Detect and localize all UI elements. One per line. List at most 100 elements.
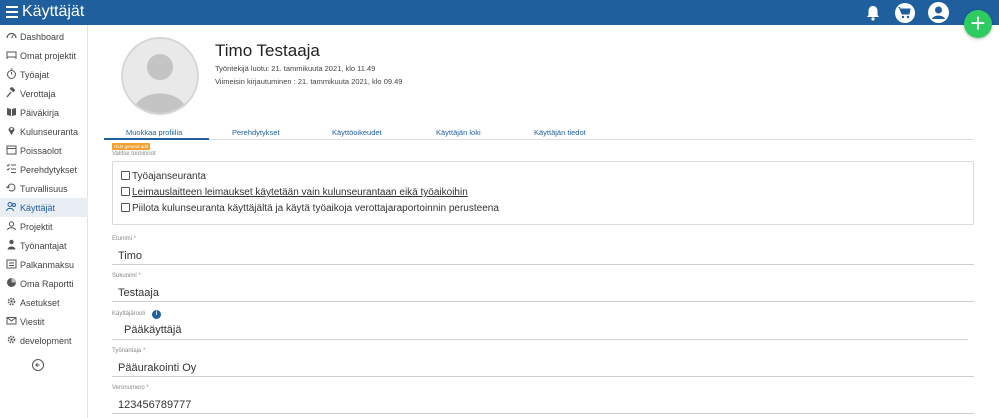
profile-tabs: Muokkaa profiilia Perehdytykset Käyttöoi… bbox=[104, 125, 974, 140]
veronumero-label: Veronumero * bbox=[112, 385, 149, 391]
last-login-info: Viimeisin kirjautuminen : 21. tammikuuta… bbox=[215, 77, 403, 86]
sidebar-item-tyonantajat[interactable]: Työnantajat bbox=[0, 236, 88, 255]
sidebar-item-omat-projektit[interactable]: Omat projektit bbox=[0, 46, 88, 65]
envelope-icon bbox=[6, 317, 17, 325]
checkbox[interactable] bbox=[121, 187, 130, 196]
option-piilota-kulunseuranta[interactable]: Piilota kulunseuranta käyttäjältä ja käy… bbox=[121, 203, 499, 214]
book-icon bbox=[7, 108, 16, 116]
options-label: Valitse toiminnot bbox=[112, 151, 156, 157]
employer-icon bbox=[7, 239, 16, 250]
project-icon bbox=[7, 221, 16, 231]
sidebar-item-label: Oma Raportti bbox=[20, 279, 74, 289]
sidebar-item-label: Asetukset bbox=[20, 298, 60, 308]
sidebar-item-label: Viestit bbox=[20, 317, 45, 327]
calendar-icon bbox=[6, 145, 17, 155]
sidebar-item-projektit[interactable]: Projektit bbox=[0, 217, 88, 236]
veronumero-underline bbox=[112, 413, 974, 414]
sidebar-item-development[interactable]: development bbox=[0, 331, 88, 350]
kayttajarooli-label: Käyttäjärooli bbox=[112, 311, 146, 317]
status-badge: OLD general add bbox=[112, 143, 151, 150]
pie-chart-icon bbox=[7, 278, 16, 287]
sukunimi-label: Sukunimi * bbox=[112, 273, 141, 279]
avatar-placeholder-icon bbox=[133, 54, 187, 113]
top-bar: Käyttäjät bbox=[0, 0, 999, 25]
checkbox[interactable] bbox=[121, 171, 130, 180]
cog-icon bbox=[7, 335, 16, 344]
option-label: Työajanseuranta bbox=[132, 171, 206, 182]
sidebar-item-label: Dashboard bbox=[20, 32, 65, 42]
info-icon[interactable]: i bbox=[152, 310, 161, 319]
sukunimi-field[interactable]: Testaaja bbox=[118, 287, 159, 299]
etunimi-underline bbox=[112, 264, 974, 265]
tab-muokkaa-profiilia[interactable]: Muokkaa profiilia bbox=[126, 128, 182, 137]
option-label: Leimauslaitteen leimaukset käytetään vai… bbox=[132, 187, 468, 198]
sidebar-item-viestit[interactable]: Viestit bbox=[0, 312, 88, 331]
tab-perehdytykset[interactable]: Perehdytykset bbox=[232, 128, 280, 137]
stopwatch-icon bbox=[7, 68, 16, 79]
tyonantaja-label: Työnantaja * bbox=[112, 348, 146, 354]
sidebar-item-label: Kulunseuranta bbox=[20, 127, 79, 137]
etunimi-field[interactable]: Timo bbox=[118, 250, 142, 262]
option-tyoajanseuranta[interactable]: Työajanseuranta bbox=[121, 171, 206, 182]
user-icon[interactable] bbox=[928, 2, 949, 23]
sidebar-item-label: Työajat bbox=[20, 70, 50, 80]
add-button[interactable]: + bbox=[964, 10, 992, 38]
tyonantaja-select[interactable]: Pääurakointi Oy bbox=[118, 362, 196, 374]
tab-kayttajan-tiedot[interactable]: Käyttäjän tiedot bbox=[534, 128, 586, 137]
checkbox[interactable] bbox=[121, 203, 130, 212]
avatar[interactable] bbox=[121, 37, 199, 115]
map-marker-icon bbox=[8, 127, 15, 135]
option-label: Piilota kulunseuranta käyttäjältä ja käy… bbox=[132, 203, 499, 214]
sidebar: Dashboard Omat projektit Työajat Verotta… bbox=[0, 25, 88, 418]
sidebar-item-label: Palkanmaksu bbox=[20, 260, 75, 270]
tab-kayttooikeudet[interactable]: Käyttöoikeudet bbox=[332, 128, 382, 137]
sidebar-item-poissaolot[interactable]: Poissaolot bbox=[0, 141, 88, 160]
bed-icon bbox=[6, 51, 17, 59]
sidebar-item-label: Omat projektit bbox=[20, 51, 77, 61]
users-icon bbox=[6, 202, 16, 212]
sidebar-item-kayttajat[interactable]: Käyttäjät bbox=[0, 198, 88, 217]
sidebar-item-tyoajat[interactable]: Työajat bbox=[0, 65, 88, 84]
sidebar-item-label: Poissaolot bbox=[20, 146, 62, 156]
gear-icon bbox=[7, 297, 16, 306]
sidebar-item-paivakirja[interactable]: Päiväkirja bbox=[0, 103, 88, 122]
sidebar-item-turvallisuus[interactable]: Turvallisuus bbox=[0, 179, 88, 198]
sidebar-item-label: Työnantajat bbox=[20, 241, 67, 251]
sidebar-item-dashboard[interactable]: Dashboard bbox=[0, 27, 88, 46]
option-leimauslaitteen[interactable]: Leimauslaitteen leimaukset käytetään vai… bbox=[121, 187, 468, 198]
sidebar-item-label: Päiväkirja bbox=[20, 108, 60, 118]
sidebar-item-perehdytykset[interactable]: Perehdytykset bbox=[0, 160, 88, 179]
sidebar-item-label: Projektit bbox=[20, 222, 53, 232]
history-icon bbox=[6, 183, 16, 192]
sidebar-item-label: development bbox=[20, 336, 72, 346]
bell-icon[interactable] bbox=[864, 4, 882, 22]
sidebar-item-label: Verottaja bbox=[20, 89, 56, 99]
options-box: Työajanseuranta Leimauslaitteen leimauks… bbox=[112, 161, 974, 225]
payroll-icon bbox=[6, 259, 17, 269]
sidebar-item-label: Turvallisuus bbox=[20, 184, 68, 194]
tyonantaja-underline bbox=[112, 376, 974, 377]
sukunimi-underline bbox=[112, 301, 974, 302]
profile-name: Timo Testaaja bbox=[215, 41, 320, 60]
sidebar-item-kulunseuranta[interactable]: Kulunseuranta bbox=[0, 122, 88, 141]
sidebar-item-oma-raportti[interactable]: Oma Raportti bbox=[0, 274, 88, 293]
active-tab-indicator bbox=[104, 138, 209, 140]
created-info: Työntekijä luotu: 21. tammikuuta 2021, k… bbox=[215, 64, 376, 73]
checklist-icon bbox=[6, 163, 16, 173]
menu-icon[interactable] bbox=[6, 6, 18, 18]
sidebar-item-asetukset[interactable]: Asetukset bbox=[0, 293, 88, 312]
collapse-sidebar-icon[interactable] bbox=[32, 359, 44, 371]
sidebar-item-palkanmaksu[interactable]: Palkanmaksu bbox=[0, 255, 88, 274]
dashboard-icon bbox=[6, 32, 17, 39]
sidebar-item-label: Käyttäjät bbox=[20, 203, 56, 213]
kayttajarooli-select[interactable]: Pääkäyttäjä bbox=[124, 324, 181, 336]
veronumero-field[interactable]: 123456789777 bbox=[118, 399, 191, 411]
gavel-icon bbox=[6, 87, 16, 98]
etunimi-label: Etunimi * bbox=[112, 236, 137, 242]
cart-icon[interactable] bbox=[895, 3, 915, 23]
kayttajarooli-underline bbox=[112, 339, 968, 340]
tab-kayttajan-loki[interactable]: Käyttäjän loki bbox=[436, 128, 481, 137]
app-title: Käyttäjät bbox=[22, 3, 85, 20]
sidebar-item-verottaja[interactable]: Verottaja bbox=[0, 84, 88, 103]
sidebar-item-label: Perehdytykset bbox=[20, 165, 78, 175]
